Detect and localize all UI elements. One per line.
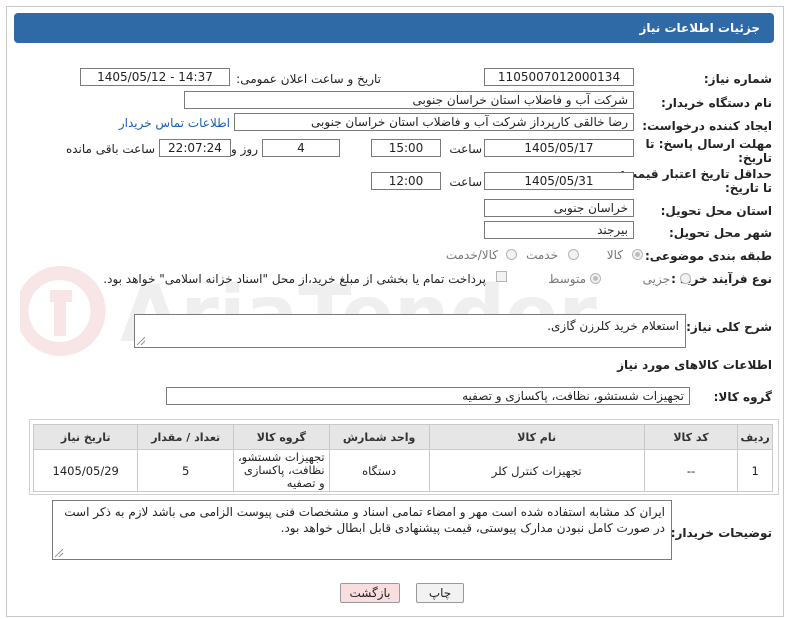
col-name: نام کالا xyxy=(428,424,645,450)
cell-code: -- xyxy=(643,449,739,492)
validity-date-field: 1405/05/31 xyxy=(484,172,634,190)
deadline-label: مهلت ارسال پاسخ: تا xyxy=(645,137,773,151)
header-bar: جزئیات اطلاعات نیاز xyxy=(14,13,774,43)
goods-section-title: اطلاعات کالاهای مورد نیاز xyxy=(617,358,772,372)
buyer-org-label: نام دستگاه خریدار: xyxy=(661,96,772,110)
city-label: شهر محل تحویل: xyxy=(668,226,772,240)
goods-group-label: گروه کالا: xyxy=(713,390,772,404)
cell-group: تجهیزات شستشو، نظافت، پاکسازی و تصفیه xyxy=(233,449,330,492)
announce-field: 1405/05/12 - 14:37 xyxy=(80,68,230,86)
category-option-both: کالا/خدمت xyxy=(445,248,498,262)
payment-checkbox[interactable] xyxy=(496,271,507,282)
cell-qty: 5 xyxy=(137,449,235,492)
category-label: طبقه بندی موضوعی: xyxy=(644,249,772,263)
summary-label: شرح کلی نیاز: xyxy=(686,320,772,334)
resize-grip-icon[interactable] xyxy=(137,337,145,345)
province-field: خراسان جنوبی xyxy=(484,199,634,217)
remaining-label: ساعت باقی مانده xyxy=(65,142,155,156)
category-radio-service[interactable] xyxy=(568,249,579,260)
process-option-medium: متوسط xyxy=(548,272,586,286)
province-label: استان محل تحویل: xyxy=(660,204,772,218)
days-label: روز و xyxy=(231,142,258,156)
print-button[interactable]: چاپ xyxy=(416,583,464,603)
creator-label: ایجاد کننده درخواست: xyxy=(642,119,772,133)
goods-group-field: تجهیزات شستشو، نظافت، پاکسازی و تصفیه xyxy=(166,387,690,405)
cell-unit: دستگاه xyxy=(328,449,430,492)
goods-table: ردیف کد کالا نام کالا واحد شمارش گروه کا… xyxy=(32,424,773,492)
page-title: جزئیات اطلاعات نیاز xyxy=(639,21,760,35)
goods-table-header: ردیف کد کالا نام کالا واحد شمارش گروه کا… xyxy=(32,424,773,450)
buyer-notes-label: توضیحات خریدار: xyxy=(670,526,772,540)
resize-grip-icon[interactable] xyxy=(55,549,63,557)
category-radio-both[interactable] xyxy=(506,249,517,260)
validity-hour-label: ساعت xyxy=(449,175,482,189)
table-row: 1 -- تجهیزات کنترل کلر دستگاه تجهیزات شس… xyxy=(32,449,773,492)
days-field: 4 xyxy=(262,139,340,157)
back-button[interactable]: بازگشت xyxy=(340,583,400,603)
need-number-field: 1105007012000134 xyxy=(484,68,634,86)
cell-row: 1 xyxy=(737,449,773,492)
validity-time-field: 12:00 xyxy=(371,172,441,190)
col-unit: واحد شمارش xyxy=(328,424,430,450)
category-option-service: خدمت xyxy=(526,248,558,262)
creator-field: رضا خالقی کارپرداز شرکت آب و فاضلاب استا… xyxy=(234,113,634,131)
validity-label: حداقل تاریخ اعتبار قیمت: xyxy=(620,167,772,181)
validity-label-date: تا تاریخ: xyxy=(724,181,772,195)
process-radio-medium[interactable] xyxy=(590,273,601,284)
buyer-notes-textarea[interactable]: ایران کد مشابه استفاده شده است مهر و امض… xyxy=(52,500,672,560)
remaining-time-field: 22:07:24 xyxy=(159,139,231,157)
contact-info-link[interactable]: اطلاعات تماس خریدار xyxy=(119,116,230,130)
summary-text: استعلام خرید کلرزن گازی. xyxy=(547,319,679,333)
deadline-time-field: 15:00 xyxy=(371,139,441,157)
buyer-org-field: شرکت آب و فاضلاب استان خراسان جنوبی xyxy=(184,91,634,109)
category-radio-goods[interactable] xyxy=(632,249,643,260)
buyer-notes-text: ایران کد مشابه استفاده شده است مهر و امض… xyxy=(64,505,665,535)
deadline-hour-label: ساعت xyxy=(449,142,482,156)
process-radio-minor[interactable] xyxy=(680,273,691,284)
cell-name: تجهیزات کنترل کلر xyxy=(428,449,645,492)
city-field: بیرجند xyxy=(484,221,634,239)
col-code: کد کالا xyxy=(643,424,739,450)
need-number-label: شماره نیاز: xyxy=(703,72,772,86)
summary-textarea[interactable]: استعلام خرید کلرزن گازی. xyxy=(134,314,686,348)
col-group: گروه کالا xyxy=(233,424,330,450)
col-row: ردیف xyxy=(737,424,773,450)
category-option-goods: کالا xyxy=(606,248,623,262)
col-qty: تعداد / مقدار xyxy=(137,424,235,450)
col-date: تاریخ نیاز xyxy=(32,424,139,450)
announce-label: تاریخ و ساعت اعلان عمومی: xyxy=(236,72,381,86)
process-option-minor: جزیی xyxy=(642,272,670,286)
deadline-date-field: 1405/05/17 xyxy=(484,139,634,157)
deadline-label-date: تاریخ: xyxy=(738,151,772,165)
cell-date: 1405/05/29 xyxy=(32,449,139,492)
payment-note: پرداخت تمام یا بخشی از مبلغ خرید،از محل … xyxy=(103,272,486,286)
